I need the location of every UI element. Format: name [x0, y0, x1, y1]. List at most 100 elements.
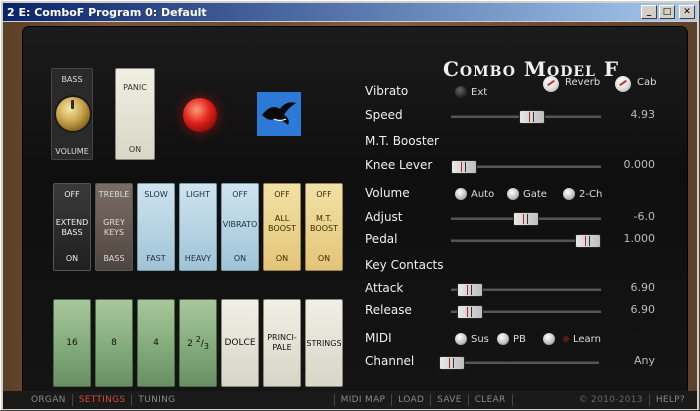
- tab-bottom-label: HEAVY: [184, 254, 212, 263]
- grey-keys-tab[interactable]: TREBLE GREY KEYS BASS: [95, 183, 133, 271]
- ext-radio[interactable]: [455, 86, 467, 98]
- sus-label: Sus: [471, 334, 489, 345]
- voice-tab-2-2-3[interactable]: 2 2/3: [179, 299, 217, 387]
- tuning-tab[interactable]: TUNING: [132, 395, 181, 405]
- speed-label: Speed: [365, 108, 403, 122]
- channel-label: Channel: [365, 354, 415, 368]
- release-label: Release: [365, 303, 412, 317]
- bass-volume-knob[interactable]: [56, 97, 90, 131]
- tab-top-label: SLOW: [144, 190, 168, 199]
- settings-tab[interactable]: SETTINGS: [73, 395, 132, 405]
- adjust-slider[interactable]: [513, 212, 539, 226]
- help-button[interactable]: HELP?: [650, 395, 691, 405]
- close-button[interactable]: ✕: [679, 5, 695, 19]
- release-slider-track: [451, 305, 601, 319]
- channel-slider-track: [439, 356, 599, 370]
- knee-lever-slider[interactable]: [451, 160, 477, 174]
- tab-bottom-label: FAST: [146, 254, 166, 263]
- voice-label: DOLCE: [224, 338, 256, 348]
- voice-tab-4[interactable]: 4: [137, 299, 175, 387]
- pb-radio[interactable]: [497, 333, 509, 345]
- learn-label[interactable]: Learn: [573, 334, 601, 345]
- tab-top-label: TREBLE: [98, 190, 130, 199]
- attack-slider[interactable]: [457, 283, 483, 297]
- maximize-button[interactable]: □: [659, 5, 675, 19]
- attack-slider-track: [451, 283, 601, 297]
- window-title: 2 E: ComboF Program 0: Default: [7, 5, 207, 19]
- minimize-button[interactable]: _: [641, 5, 657, 19]
- gate-label: Gate: [523, 189, 547, 200]
- pedal-slider-track: [451, 234, 601, 248]
- cab-knob[interactable]: [615, 76, 631, 92]
- tab-mid-label: M.T. BOOST: [310, 214, 338, 233]
- voice-label: STRINGS: [306, 338, 342, 348]
- volume-label: VOLUME: [55, 147, 89, 156]
- speed-tab[interactable]: SLOW FAST: [137, 183, 175, 271]
- channel-value: Any: [633, 354, 655, 367]
- adjust-value: -6.0: [633, 210, 655, 223]
- knee-lever-value: 0.000: [623, 158, 656, 171]
- release-value: 6.90: [630, 303, 656, 316]
- volume-label: Volume: [365, 186, 410, 200]
- voice-label: PRINCI-PALE: [267, 333, 297, 352]
- panic-button[interactable]: PANIC ON: [115, 68, 155, 160]
- pedal-label: Pedal: [365, 232, 398, 246]
- speed-slider[interactable]: [519, 110, 545, 124]
- clear-button[interactable]: CLEAR: [469, 395, 512, 405]
- tab-mid-label: ALL BOOST: [268, 214, 296, 233]
- panic-label: PANIC: [123, 83, 147, 92]
- bass-label: BASS: [61, 75, 83, 84]
- tab-mid-label: EXTEND BASS: [55, 218, 89, 237]
- tab-bottom-label: ON: [317, 254, 331, 263]
- voice-tab-dolce[interactable]: DOLCE: [221, 299, 259, 387]
- channel-slider[interactable]: [439, 356, 465, 370]
- mt-boost-tab[interactable]: OFF M.T. BOOST ON: [305, 183, 343, 271]
- midi-radio[interactable]: [543, 333, 555, 345]
- voice-tab-8[interactable]: 8: [95, 299, 133, 387]
- bird-logo-icon: [257, 92, 301, 136]
- tab-top-label: OFF: [232, 190, 248, 199]
- panic-on-label: ON: [128, 145, 142, 154]
- gate-radio[interactable]: [507, 188, 519, 200]
- extend-bass-tab[interactable]: OFF EXTEND BASS ON: [53, 183, 91, 271]
- weight-tab[interactable]: LIGHT HEAVY: [179, 183, 217, 271]
- organ-tab[interactable]: ORGAN: [25, 395, 72, 405]
- voice-tab-16[interactable]: 16: [53, 299, 91, 387]
- bass-volume-control: BASS VOLUME: [51, 68, 93, 160]
- voice-label: 8: [111, 338, 117, 348]
- two-ch-radio[interactable]: [563, 188, 575, 200]
- mt-booster-section: M.T. Booster: [365, 134, 439, 148]
- pb-label: PB: [513, 334, 526, 345]
- midi-map-button[interactable]: MIDI MAP: [335, 395, 392, 405]
- midi-label: MIDI: [365, 331, 392, 345]
- save-button[interactable]: SAVE: [431, 395, 468, 405]
- knee-lever-track: [451, 160, 601, 174]
- bottom-menu-bar: ORGAN SETTINGS TUNING MIDI MAP LOAD SAVE…: [3, 391, 697, 409]
- tab-bottom-label: ON: [65, 254, 79, 263]
- tab-bottom-label: BASS: [103, 254, 125, 263]
- reverb-knob[interactable]: [543, 76, 559, 92]
- release-slider[interactable]: [457, 305, 483, 319]
- sus-radio[interactable]: [455, 333, 467, 345]
- all-boost-tab[interactable]: OFF ALL BOOST ON: [263, 183, 301, 271]
- power-lamp: [183, 98, 217, 132]
- copyright-text: © 2010-2013: [578, 395, 643, 405]
- ext-label: Ext: [471, 87, 488, 98]
- voice-tab-strings[interactable]: STRINGS: [305, 299, 343, 387]
- load-button[interactable]: LOAD: [392, 395, 430, 405]
- title-bar: 2 E: ComboF Program 0: Default _ □ ✕: [3, 3, 697, 21]
- voice-label-numerator: 2: [195, 335, 201, 345]
- tab-bottom-label: ON: [275, 254, 289, 263]
- separator: [511, 394, 513, 406]
- voice-label: 4: [153, 338, 159, 348]
- auto-radio[interactable]: [455, 188, 467, 200]
- voice-tab-principale[interactable]: PRINCI-PALE: [263, 299, 301, 387]
- tab-top-label: OFF: [316, 190, 332, 199]
- speed-slider-track: [451, 110, 601, 124]
- adjust-slider-track: [451, 212, 601, 226]
- voice-label: 2 2/3: [187, 335, 209, 351]
- vibrato-tab[interactable]: OFF VIBRATO ON: [221, 183, 259, 271]
- attack-value: 6.90: [630, 281, 656, 294]
- tab-top-label: OFF: [274, 190, 290, 199]
- speed-value: 4.93: [630, 108, 656, 121]
